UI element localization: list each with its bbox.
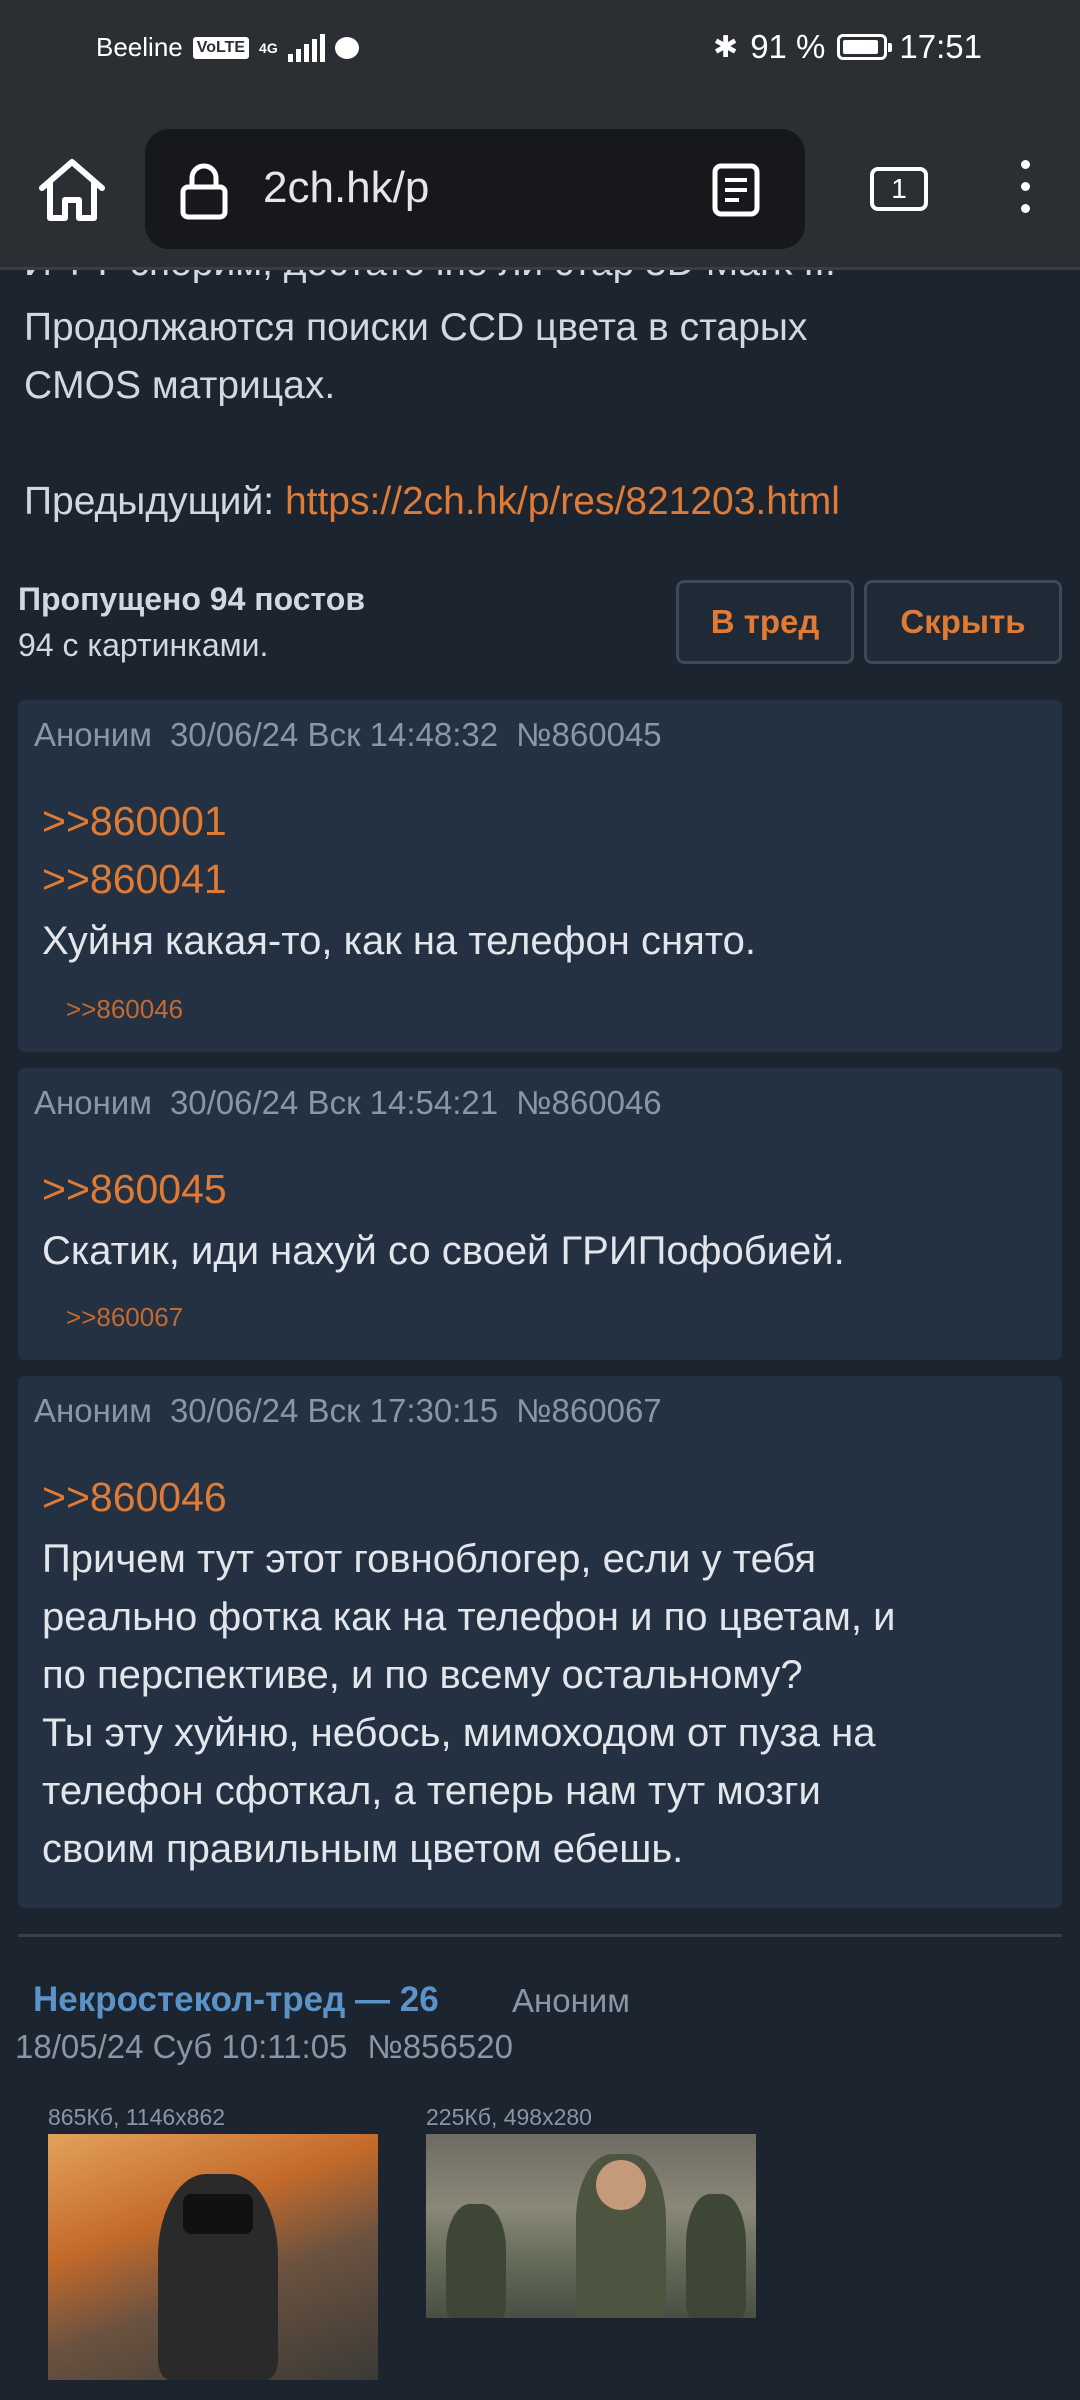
post-body-line: реально фотка как на телефон и по цветам…	[42, 1595, 896, 1639]
prev-label: Предыдущий:	[24, 480, 285, 523]
post-header: Аноним 30/06/24 Вск 17:30:15 №860067	[34, 1392, 680, 1430]
post-body-line: своим правильным цветом ебешь.	[42, 1827, 684, 1871]
reader-mode-icon[interactable]	[711, 163, 761, 217]
status-right: ✱ 91 % 17:51	[713, 28, 982, 66]
address-bar[interactable]: 2ch.hk/p	[145, 129, 805, 249]
reply-link[interactable]: >>860045	[42, 1166, 227, 1213]
reply-link[interactable]: >>860046	[42, 1474, 227, 1521]
post-number[interactable]: №860045	[516, 716, 662, 753]
overflow-menu-icon[interactable]	[1010, 160, 1040, 220]
network-type: 4G	[259, 39, 278, 56]
thread-image-thumbnail[interactable]	[48, 2134, 378, 2380]
post-author: Аноним	[34, 716, 152, 753]
post-number[interactable]: №860046	[516, 1084, 662, 1121]
reply-link[interactable]: >>860041	[42, 856, 227, 903]
battery-percent: 91 %	[750, 28, 826, 65]
clock: 17:51	[899, 28, 982, 65]
post-body-line: по перспективе, и по всему остальному?	[42, 1653, 803, 1697]
thread-author: Аноним	[512, 1982, 630, 2019]
post-body-line: Причем тут этот говноблогер, если у тебя	[42, 1537, 817, 1581]
op-cut-line: И Т Г спорим, достаточно ли стар 5D Mark…	[0, 270, 1080, 286]
post-header: Аноним 30/06/24 Вск 14:48:32 №860045	[34, 716, 680, 754]
post-author: Аноним	[34, 1392, 152, 1429]
post-header: Аноним 30/06/24 Вск 14:54:21 №860046	[34, 1084, 680, 1122]
backref-link[interactable]: >>860067	[66, 1302, 183, 1333]
url-text[interactable]: 2ch.hk/p	[263, 163, 429, 213]
image-info: 865Кб, 1146x862	[48, 2104, 226, 2130]
hide-button[interactable]: Скрыть	[864, 580, 1062, 664]
post-date: 30/06/24 Вск 14:48:32	[169, 716, 499, 753]
browser-toolbar: 2ch.hk/p 1	[0, 105, 1080, 270]
post-author: Аноним	[34, 1084, 152, 1121]
post-body-line: Хуйня какая-то, как на телефон снято.	[42, 919, 756, 963]
post-body-line: телефон сфоткал, а теперь нам тут мозги	[42, 1769, 821, 1813]
carrier-label: Beeline	[96, 32, 183, 62]
notification-icon	[334, 36, 359, 59]
home-icon[interactable]	[32, 150, 112, 230]
post-number[interactable]: №860067	[516, 1392, 662, 1429]
thread-number[interactable]: №856520	[367, 2028, 513, 2065]
reply-post: Аноним 30/06/24 Вск 14:54:21 №860046 >>860…	[18, 1068, 1062, 1360]
to-thread-button[interactable]: В тред	[676, 580, 854, 664]
op-text-line: CMOS матрицах.	[24, 364, 336, 407]
backref-link[interactable]: >>860046	[66, 994, 183, 1025]
omitted-posts: Пропущено 94 постов	[18, 581, 365, 617]
signal-icon	[287, 33, 325, 62]
image-info: 225Кб, 498x280	[426, 2104, 592, 2130]
post-date: 30/06/24 Вск 17:30:15	[169, 1392, 499, 1429]
op-text-line: Продолжаются поиски CCD цвета в старых	[24, 306, 808, 349]
omitted-images: 94 с картинками.	[18, 627, 269, 663]
reply-link[interactable]: >>860001	[42, 798, 227, 845]
status-left: Beeline VoLTE 4G	[96, 32, 359, 63]
bluetooth-icon: ✱	[713, 30, 739, 64]
volte-badge: VoLTE	[192, 36, 250, 59]
post-body-line: Ты эту хуйню, небось, мимоходом от пуза …	[42, 1711, 876, 1755]
reply-post: Аноним 30/06/24 Вск 14:48:32 №860045 >>860…	[18, 700, 1062, 1052]
battery-icon	[837, 34, 893, 60]
status-bar: Beeline VoLTE 4G ✱ 91 % 17:51	[0, 0, 1080, 105]
thread-date: 18/05/24 Суб 10:11:05	[15, 2028, 348, 2065]
thread-divider	[18, 1934, 1062, 1937]
thread-image-thumbnail[interactable]	[426, 2134, 756, 2318]
thread-title[interactable]: Некростекол-тред — 26	[33, 1980, 439, 2020]
reply-post: Аноним 30/06/24 Вск 17:30:15 №860067 >>860…	[18, 1376, 1062, 1908]
thread-meta: 18/05/24 Суб 10:11:05 №856520	[15, 2028, 533, 2066]
tab-switcher-button[interactable]: 1	[870, 167, 928, 211]
lock-icon	[180, 163, 228, 220]
post-body-line: Скатик, иди нахуй со своей ГРИПофобией.	[42, 1229, 845, 1273]
op-prev-line: Предыдущий: https://2ch.hk/p/res/821203.…	[24, 473, 840, 531]
post-date: 30/06/24 Вск 14:54:21	[169, 1084, 499, 1121]
prev-thread-link[interactable]: https://2ch.hk/p/res/821203.html	[285, 480, 840, 523]
omitted-info: Пропущено 94 постов 94 с картинками.	[18, 576, 365, 668]
